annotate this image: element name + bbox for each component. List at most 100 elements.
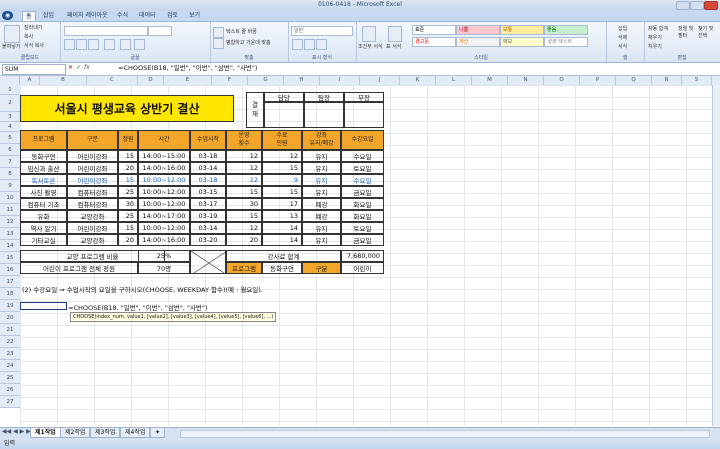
table-cell[interactable]: 15 <box>226 186 262 198</box>
cancel-icon[interactable]: ✕ <box>68 64 73 71</box>
number-format-select[interactable]: 일반 <box>291 26 353 36</box>
font-size-select[interactable] <box>148 26 172 36</box>
row-header[interactable]: 19 <box>0 300 20 312</box>
table-cell[interactable]: 역사 알기 <box>20 222 67 234</box>
col-header[interactable]: R <box>652 76 682 85</box>
col-header[interactable]: A <box>20 76 40 85</box>
table-cell[interactable]: 14:00~16:00 <box>138 234 190 246</box>
summary-value[interactable]: 7,680,000 <box>341 250 384 262</box>
summary-value[interactable]: 70명 <box>138 262 190 274</box>
table-cell[interactable]: 9 <box>262 174 302 186</box>
table-cell[interactable]: 03-14 <box>190 222 226 234</box>
col-header[interactable]: D <box>138 76 164 85</box>
autosum-button[interactable]: 자동 합계 <box>648 25 668 32</box>
tab-review[interactable]: 검토 <box>164 11 181 20</box>
row-header[interactable]: 22 <box>0 336 20 348</box>
table-cell[interactable]: 동화구연 <box>20 150 67 162</box>
minimize-button[interactable] <box>676 1 690 10</box>
merge-center-button[interactable]: 병합하고 가운데 맞춤 <box>226 39 271 46</box>
table-cell[interactable]: 15 <box>118 222 138 234</box>
tab-data[interactable]: 데이터 <box>136 11 159 20</box>
maximize-button[interactable] <box>690 1 704 10</box>
tab-formulas[interactable]: 수식 <box>114 11 131 20</box>
row-header[interactable]: 12 <box>0 216 20 228</box>
currency-icon[interactable] <box>292 39 303 50</box>
row-header[interactable]: 6 <box>0 144 20 156</box>
underline-icon[interactable] <box>88 39 99 50</box>
col-header[interactable]: G <box>248 76 284 85</box>
tab-page-layout[interactable]: 페이지 레이아웃 <box>64 11 111 20</box>
align-center-icon[interactable] <box>213 38 224 49</box>
tab-view[interactable]: 보기 <box>186 11 203 20</box>
table-cell[interactable]: 15 <box>226 210 262 222</box>
table-cell[interactable]: 12 <box>226 222 262 234</box>
table-cell[interactable]: 독서토론 <box>20 174 67 186</box>
table-cell[interactable]: 03-14 <box>190 162 226 174</box>
table-cell[interactable]: 10:00~12:00 <box>138 222 190 234</box>
table-cell[interactable]: 유지 <box>302 162 341 174</box>
vertical-scrollbar[interactable] <box>712 85 720 426</box>
col-header[interactable]: K <box>400 76 436 85</box>
approval-sign[interactable] <box>264 102 304 128</box>
row-header[interactable]: 24 <box>0 360 20 372</box>
sheet-tab[interactable]: 제1작업 <box>30 428 61 438</box>
font-color-icon[interactable] <box>134 39 145 50</box>
conditional-format-icon[interactable] <box>362 26 376 42</box>
table-cell[interactable]: 03-18 <box>190 150 226 162</box>
table-cell[interactable]: 어린이강좌 <box>67 150 118 162</box>
tab-home[interactable]: 홈 <box>22 11 36 21</box>
style-normal[interactable]: 표준 <box>412 25 456 35</box>
table-cell[interactable]: 수요일 <box>341 150 384 162</box>
table-cell[interactable]: 임신과 출산 <box>20 162 67 174</box>
table-cell[interactable]: 13 <box>262 210 302 222</box>
paste-icon[interactable] <box>4 25 20 43</box>
approval-sign[interactable] <box>344 102 384 128</box>
table-cell[interactable]: 기타교실 <box>20 234 67 246</box>
table-cell[interactable]: 유지 <box>302 234 341 246</box>
table-cell[interactable]: 수요일 <box>341 174 384 186</box>
row-header[interactable]: 8 <box>0 168 20 180</box>
col-header[interactable]: C <box>87 76 138 85</box>
table-cell[interactable]: 컴퓨터 기초 <box>20 198 67 210</box>
row-header[interactable]: 26 <box>0 384 20 396</box>
percent-icon[interactable] <box>304 39 315 50</box>
select-all[interactable] <box>0 76 20 85</box>
col-header[interactable]: E <box>164 76 212 85</box>
table-cell[interactable]: 폐강 <box>302 210 341 222</box>
table-cell[interactable]: 어린이강좌 <box>67 222 118 234</box>
table-cell[interactable]: 폐강 <box>302 198 341 210</box>
table-cell[interactable]: 30 <box>226 198 262 210</box>
table-cell[interactable]: 03-19 <box>190 210 226 222</box>
table-cell[interactable]: 20 <box>118 234 138 246</box>
fill-button[interactable]: 채우기 <box>648 34 662 41</box>
table-format-button[interactable]: 표 서식 <box>386 43 401 50</box>
insert-cells-button[interactable]: 삽입 <box>618 25 627 32</box>
summary-value[interactable]: 25% <box>138 250 190 262</box>
col-header[interactable]: M <box>472 76 508 85</box>
sheet-tab[interactable]: 제4작업 <box>120 428 151 438</box>
table-cell[interactable]: 유지 <box>302 174 341 186</box>
sort-filter-button[interactable]: 정렬 및 필터 <box>678 25 696 39</box>
col-header[interactable]: B <box>40 76 87 85</box>
table-cell[interactable]: 15 <box>262 162 302 174</box>
table-cell[interactable]: 10:00~12:00 <box>138 198 190 210</box>
row-header[interactable]: 9 <box>0 180 20 192</box>
table-cell[interactable]: 10:00~12:00 <box>138 174 190 186</box>
style-bad[interactable]: 나쁨 <box>456 25 500 35</box>
table-cell[interactable]: 20 <box>118 162 138 174</box>
table-cell[interactable]: 15 <box>262 186 302 198</box>
row-header[interactable]: 21 <box>0 324 20 336</box>
row-header[interactable]: 13 <box>0 228 20 240</box>
row-header[interactable]: 10 <box>0 192 20 204</box>
style-neutral[interactable]: 보통 <box>500 25 544 35</box>
table-cell[interactable]: 금요일 <box>341 186 384 198</box>
new-sheet-icon[interactable]: ✦ <box>150 428 166 438</box>
table-cell[interactable]: 30 <box>118 198 138 210</box>
border-icon[interactable] <box>104 39 115 50</box>
wrap-text-button[interactable]: 텍스트 줄 바꿈 <box>226 28 257 35</box>
office-button[interactable]: ◉ <box>2 11 14 20</box>
find-select-button[interactable]: 찾기 및 선택 <box>698 25 716 39</box>
table-cell[interactable]: 교양강좌 <box>67 234 118 246</box>
row-header[interactable]: 7 <box>0 156 20 168</box>
col-header[interactable]: F <box>212 76 248 85</box>
